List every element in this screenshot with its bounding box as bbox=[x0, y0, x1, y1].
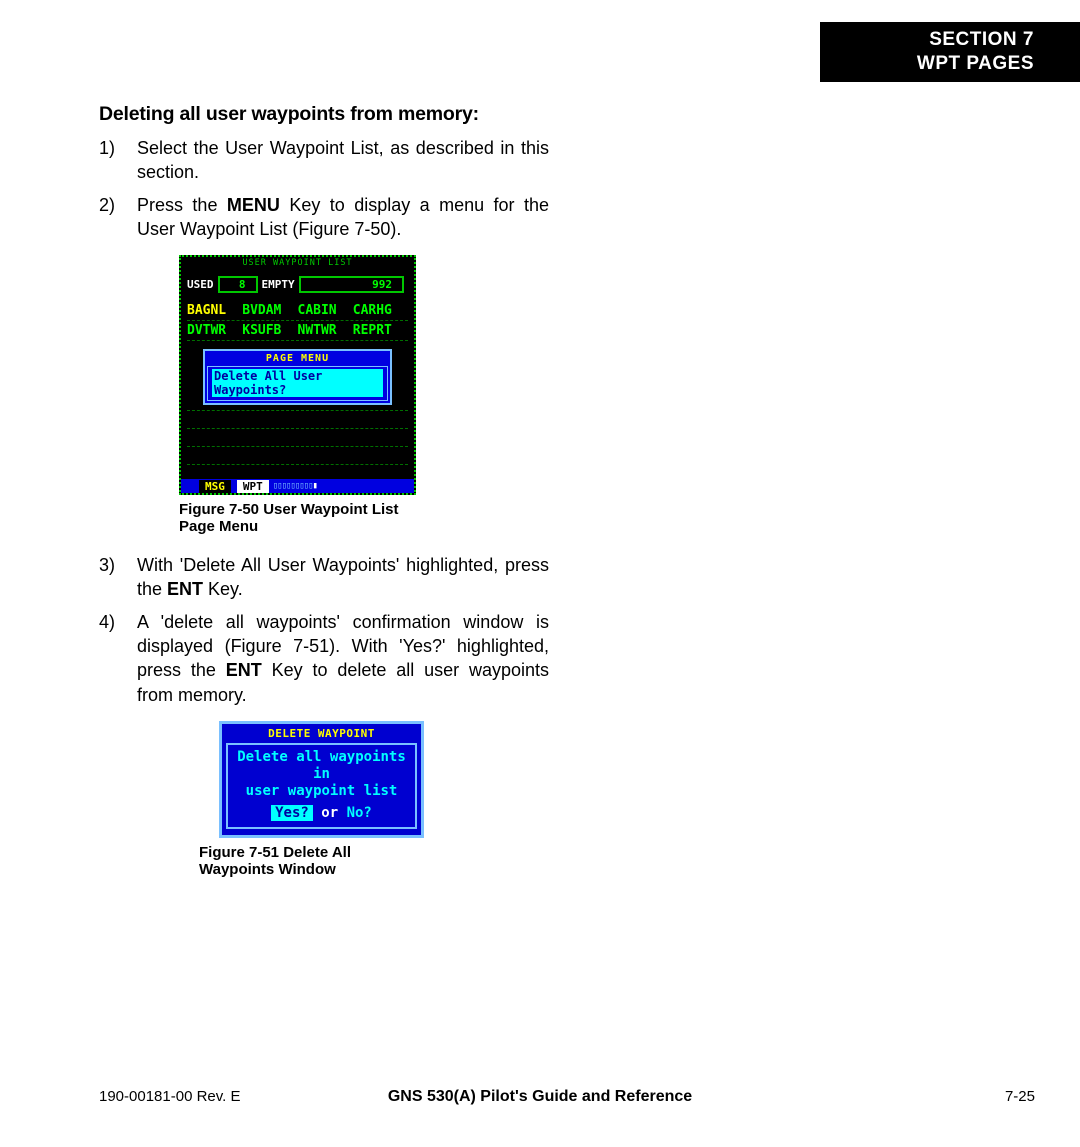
used-value: 8 bbox=[218, 276, 258, 293]
page-footer: 190-00181-00 Rev. E GNS 530(A) Pilot's G… bbox=[0, 1088, 1080, 1105]
confirm-line-2: user waypoint list bbox=[228, 783, 415, 800]
page-bars: ▯▯▯▯▯▯▯▯▯▮ bbox=[273, 481, 317, 491]
step-body: A 'delete all waypoints' confirmation wi… bbox=[137, 610, 549, 707]
steps-list: 1) Select the User Waypoint List, as des… bbox=[99, 136, 549, 241]
confirm-line-1: Delete all waypoints in bbox=[228, 749, 415, 783]
step-4: 4) A 'delete all waypoints' confirmation… bbox=[99, 610, 549, 707]
step-number: 4) bbox=[99, 610, 137, 707]
empty-value: 992 bbox=[299, 276, 404, 293]
screen-title: USER WAYPOINT LIST bbox=[181, 258, 414, 268]
figure-7-50: USER WAYPOINT LIST USED 8 EMPTY 992 BAGN… bbox=[179, 255, 416, 535]
step-number: 3) bbox=[99, 553, 137, 602]
steps-list-continued: 3) With 'Delete All User Waypoints' high… bbox=[99, 553, 549, 707]
empty-label: EMPTY bbox=[262, 278, 295, 291]
step-body: With 'Delete All User Waypoints' highlig… bbox=[137, 553, 549, 602]
step-number: 2) bbox=[99, 193, 137, 242]
step-2: 2) Press the MENU Key to display a menu … bbox=[99, 193, 549, 242]
footer-pagenum: 7-25 bbox=[1005, 1088, 1035, 1105]
confirm-options: Yes? or No? bbox=[228, 805, 415, 821]
figure-7-51: DELETE WAYPOINT Delete all waypoints in … bbox=[219, 721, 424, 878]
step-1: 1) Select the User Waypoint List, as des… bbox=[99, 136, 549, 185]
step-3: 3) With 'Delete All User Waypoints' high… bbox=[99, 553, 549, 602]
option-or: or bbox=[321, 805, 338, 821]
used-empty-row: USED 8 EMPTY 992 bbox=[187, 276, 408, 293]
screen-footer: MSG WPT ▯▯▯▯▯▯▯▯▯▮ bbox=[181, 479, 414, 493]
waypoint-row: DVTWR KSUFB NWTWR REPRT bbox=[187, 321, 408, 341]
figure-7-51-caption: Figure 7-51 Delete All Waypoints Window bbox=[199, 844, 424, 878]
msg-indicator: MSG bbox=[199, 480, 231, 493]
step-number: 1) bbox=[99, 136, 137, 185]
delete-waypoint-body: Delete all waypoints in user waypoint li… bbox=[226, 743, 417, 829]
footer-docnum: 190-00181-00 Rev. E bbox=[99, 1088, 240, 1105]
dash-area bbox=[187, 393, 408, 483]
option-yes: Yes? bbox=[271, 805, 313, 821]
figure-7-50-screen: USER WAYPOINT LIST USED 8 EMPTY 992 BAGN… bbox=[179, 255, 416, 495]
subheading: Deleting all user waypoints from memory: bbox=[99, 103, 549, 126]
step-body: Press the MENU Key to display a menu for… bbox=[137, 193, 549, 242]
section-header-line2: WPT PAGES bbox=[830, 52, 1034, 76]
footer-title: GNS 530(A) Pilot's Guide and Reference bbox=[388, 1088, 692, 1106]
section-header-line1: SECTION 7 bbox=[830, 28, 1034, 52]
figure-7-51-screen: DELETE WAYPOINT Delete all waypoints in … bbox=[219, 721, 424, 838]
delete-waypoint-title: DELETE WAYPOINT bbox=[222, 724, 421, 743]
used-label: USED bbox=[187, 278, 214, 291]
page-menu-title: PAGE MENU bbox=[207, 353, 388, 364]
section-header: SECTION 7 WPT PAGES bbox=[820, 22, 1080, 82]
figure-7-50-caption: Figure 7-50 User Waypoint List Page Menu bbox=[179, 501, 416, 535]
option-no: No? bbox=[347, 805, 372, 821]
content-column: Deleting all user waypoints from memory:… bbox=[99, 103, 549, 896]
wpt-indicator: WPT bbox=[237, 480, 269, 493]
waypoint-grid: BAGNL BVDAM CABIN CARHG DVTWR KSUFB NWTW… bbox=[187, 301, 408, 341]
step-body: Select the User Waypoint List, as descri… bbox=[137, 136, 549, 185]
waypoint-row: BAGNL BVDAM CABIN CARHG bbox=[187, 301, 408, 321]
